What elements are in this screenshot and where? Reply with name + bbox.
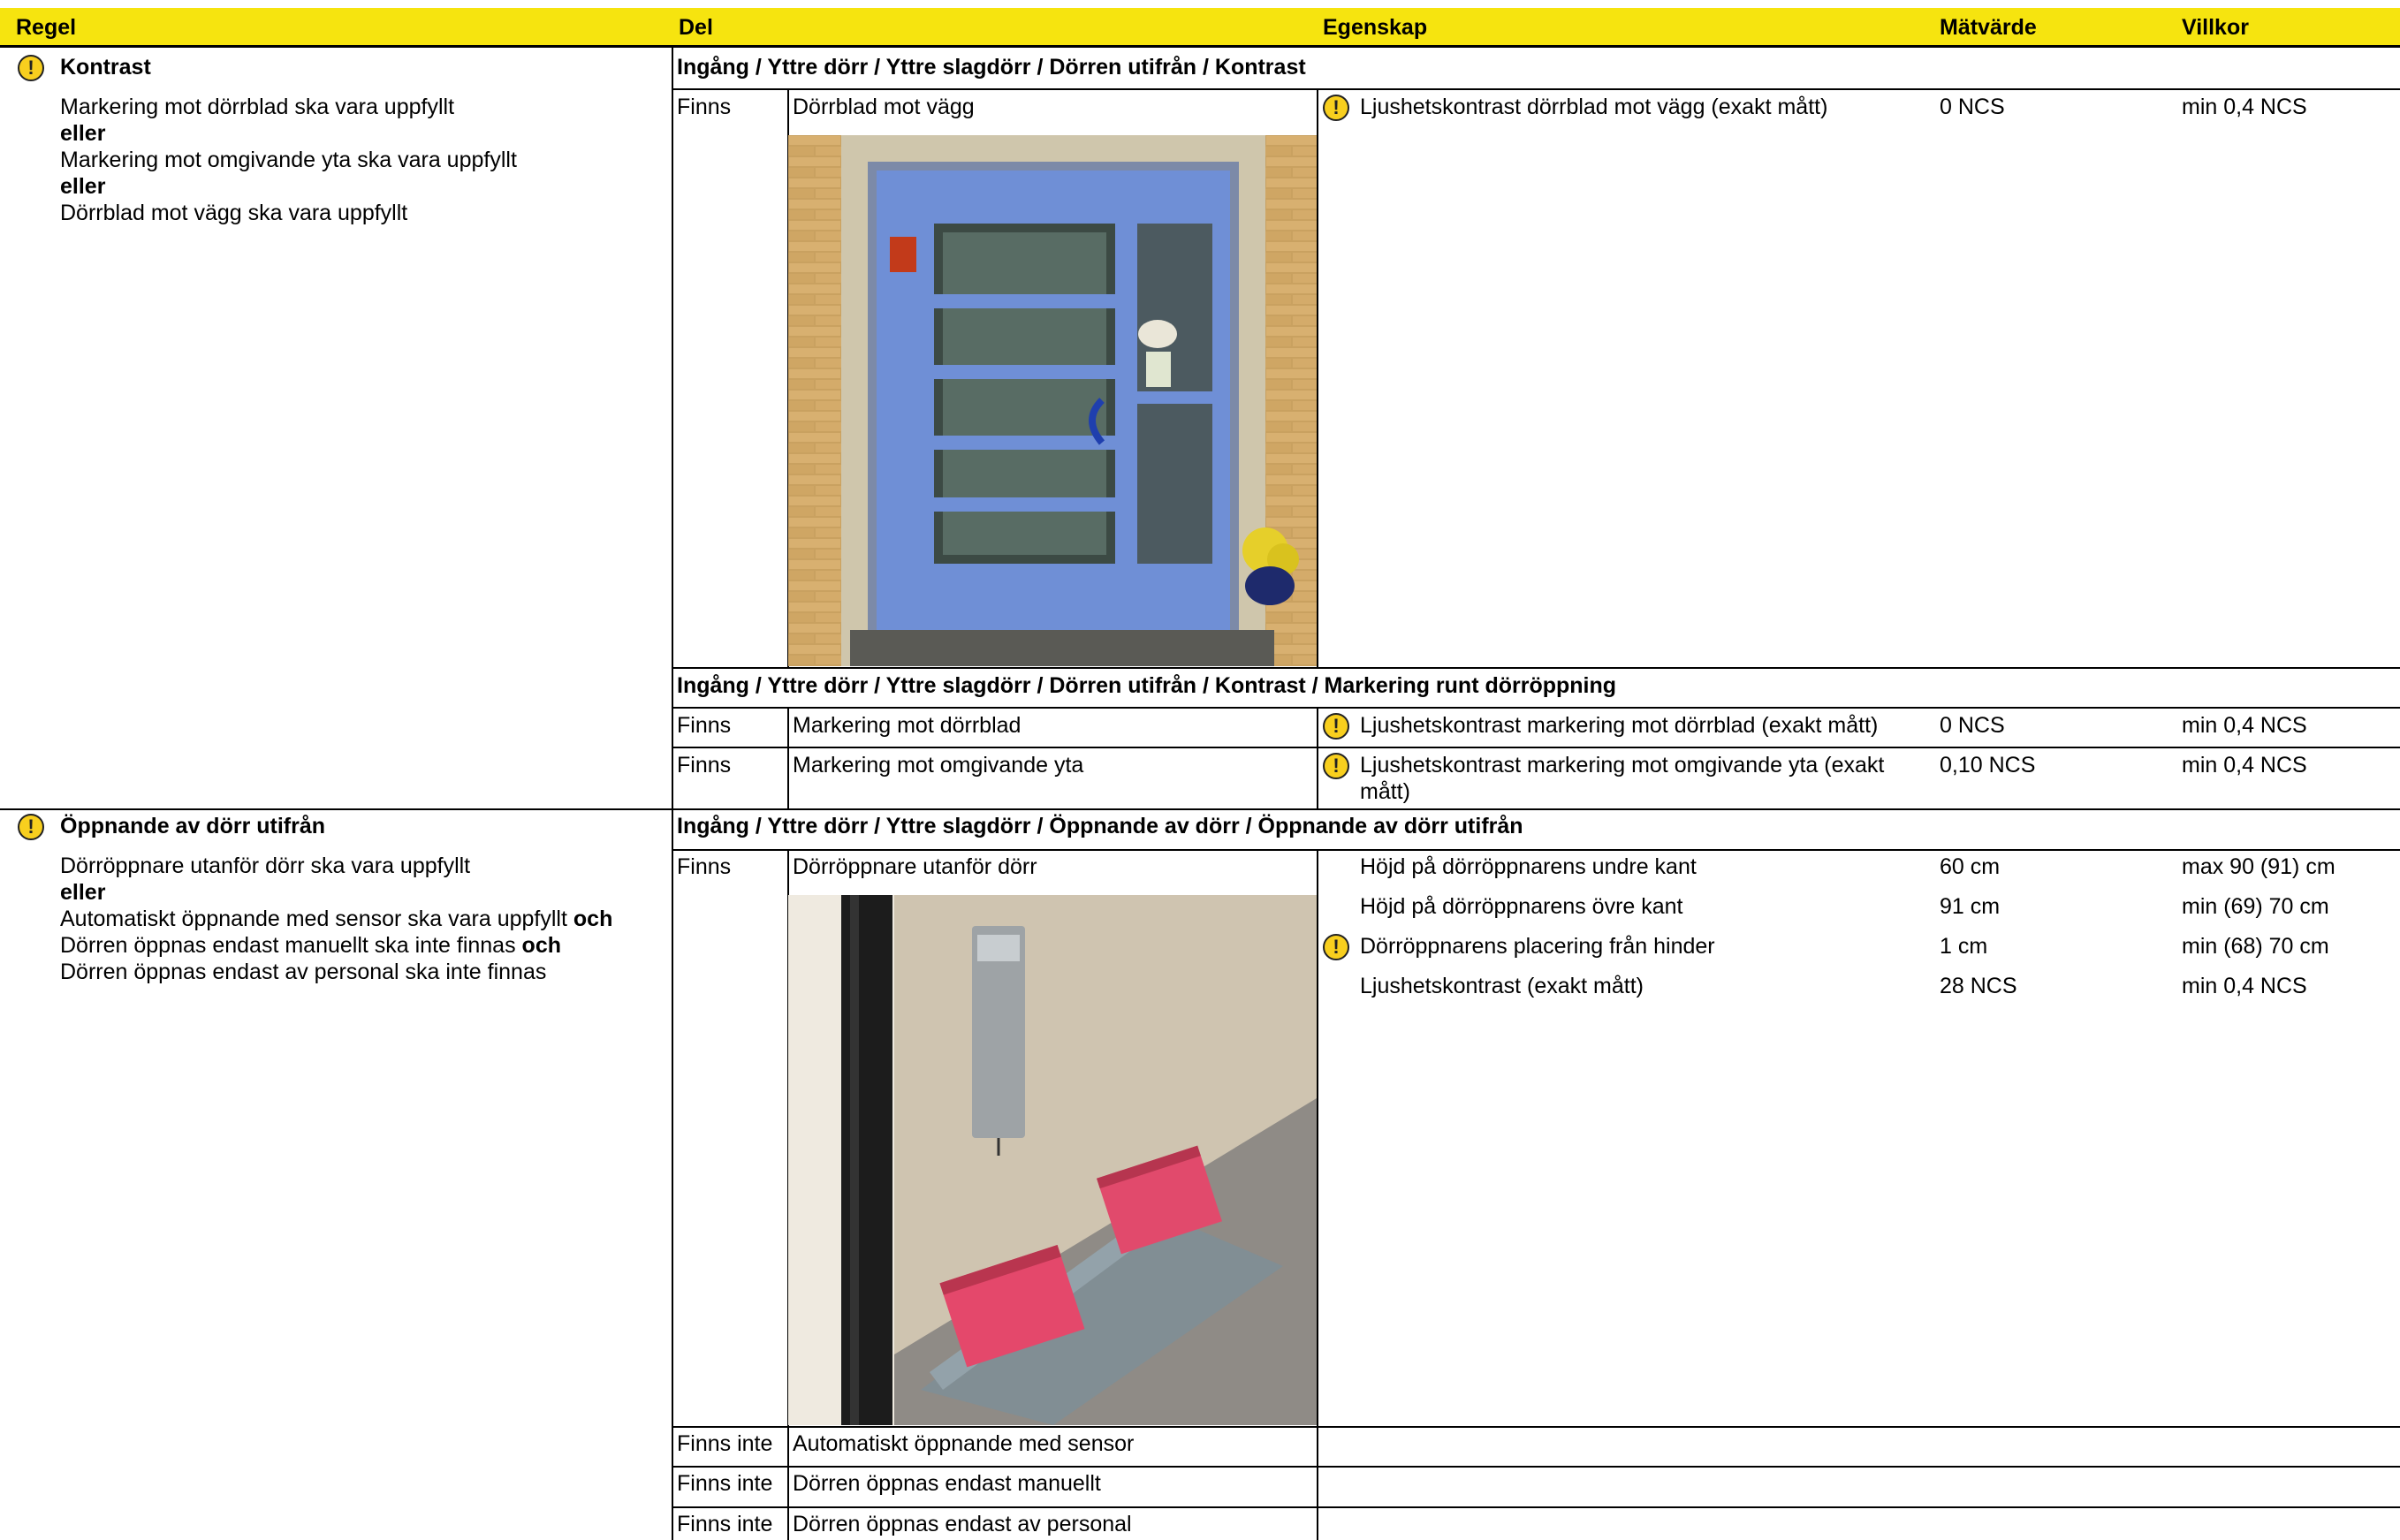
divider bbox=[672, 88, 2400, 90]
header-matvarde: Mätvärde bbox=[1940, 15, 2037, 40]
prop-condition: min (69) 70 cm bbox=[2182, 894, 2329, 919]
prop-value: 60 cm bbox=[1940, 854, 2001, 879]
divider bbox=[0, 808, 2400, 810]
prop-condition: min 0,4 NCS bbox=[2182, 713, 2307, 738]
section-path: Ingång / Yttre dörr / Yttre slagdörr / D… bbox=[677, 55, 1306, 80]
divider bbox=[672, 747, 2400, 748]
prop-condition: max 90 (91) cm bbox=[2182, 854, 2335, 879]
rule-connector: eller bbox=[60, 121, 106, 146]
divider bbox=[672, 707, 2400, 709]
section-path: Ingång / Yttre dörr / Yttre slagdörr / D… bbox=[677, 673, 1617, 698]
prop-condition: min 0,4 NCS bbox=[2182, 753, 2307, 778]
prop-name: Ljushetskontrast markering mot omgivande… bbox=[1360, 753, 1885, 804]
header-regel: Regel bbox=[16, 15, 77, 40]
table-header: Regel Del Egenskap Mätvärde Villkor bbox=[0, 8, 2400, 48]
prop-value: 0 NCS bbox=[1940, 95, 2005, 119]
divider bbox=[672, 48, 673, 1540]
prop-condition: min 0,4 NCS bbox=[2182, 974, 2307, 998]
row-status: Finns bbox=[677, 753, 732, 778]
warning-icon: ! bbox=[18, 55, 44, 81]
row-part: Markering mot dörrblad bbox=[793, 713, 1022, 738]
row-part: Markering mot omgivande yta bbox=[793, 753, 1084, 778]
rule-line: Dörröppnare utanför dörr ska vara uppfyl… bbox=[60, 853, 471, 878]
rule-line: Markering mot omgivande yta ska vara upp… bbox=[60, 148, 517, 172]
prop-condition: min 0,4 NCS bbox=[2182, 95, 2307, 119]
rule-title: Öppnande av dörr utifrån bbox=[60, 814, 326, 838]
warning-icon: ! bbox=[1323, 713, 1349, 740]
row-status: Finns bbox=[677, 854, 732, 879]
prop-value: 0 NCS bbox=[1940, 713, 2005, 738]
prop-name: Höjd på dörröppnarens undre kant bbox=[1360, 854, 1697, 879]
divider bbox=[1317, 850, 1318, 1540]
prop-name: Ljushetskontrast (exakt mått) bbox=[1360, 974, 1644, 998]
prop-name: Dörröppnarens placering från hinder bbox=[1360, 934, 1715, 959]
rule-title: Kontrast bbox=[60, 55, 151, 80]
prop-name: Höjd på dörröppnarens övre kant bbox=[1360, 894, 1683, 919]
rule-line: Dörrblad mot vägg ska vara uppfyllt bbox=[60, 201, 408, 225]
divider bbox=[672, 1426, 2400, 1428]
row-status: Finns inte bbox=[677, 1431, 773, 1456]
prop-value: 0,10 NCS bbox=[1940, 753, 2036, 778]
section-path: Ingång / Yttre dörr / Yttre slagdörr / Ö… bbox=[677, 814, 1523, 838]
door-photo bbox=[788, 135, 1317, 666]
rule-line: Markering mot dörrblad ska vara uppfyllt bbox=[60, 95, 455, 119]
header-del: Del bbox=[679, 15, 713, 40]
row-status: Finns inte bbox=[677, 1512, 773, 1536]
rule-line: Dörren öppnas endast av personal ska int… bbox=[60, 960, 547, 984]
row-part: Automatiskt öppnande med sensor bbox=[793, 1431, 1135, 1456]
door-opener-photo bbox=[788, 895, 1317, 1425]
row-status: Finns bbox=[677, 713, 732, 738]
row-status: Finns inte bbox=[677, 1471, 773, 1496]
warning-icon: ! bbox=[1323, 934, 1349, 960]
prop-name: Ljushetskontrast markering mot dörrblad … bbox=[1360, 713, 1879, 738]
divider bbox=[787, 708, 789, 809]
prop-name: Ljushetskontrast dörrblad mot vägg (exak… bbox=[1360, 95, 1828, 119]
row-part: Dörrblad mot vägg bbox=[793, 95, 975, 119]
row-status: Finns bbox=[677, 95, 732, 119]
prop-value: 91 cm bbox=[1940, 894, 2001, 919]
divider bbox=[672, 849, 2400, 851]
rule-connector: eller bbox=[60, 880, 106, 905]
row-part: Dörren öppnas endast av personal bbox=[793, 1512, 1132, 1536]
rule-line: Automatiskt öppnande med sensor ska vara… bbox=[60, 907, 613, 931]
prop-condition: min (68) 70 cm bbox=[2182, 934, 2329, 959]
header-villkor: Villkor bbox=[2182, 15, 2249, 40]
divider bbox=[672, 1506, 2400, 1508]
prop-value: 1 cm bbox=[1940, 934, 1988, 959]
divider bbox=[672, 667, 2400, 669]
prop-value: 28 NCS bbox=[1940, 974, 2017, 998]
divider bbox=[1317, 88, 1318, 668]
header-egenskap: Egenskap bbox=[1323, 15, 1428, 40]
divider bbox=[672, 1466, 2400, 1468]
warning-icon: ! bbox=[1323, 753, 1349, 779]
divider bbox=[1317, 708, 1318, 809]
warning-icon: ! bbox=[18, 814, 44, 840]
row-part: Dörren öppnas endast manuellt bbox=[793, 1471, 1101, 1496]
rule-connector: eller bbox=[60, 174, 106, 199]
row-part: Dörröppnare utanför dörr bbox=[793, 854, 1037, 879]
warning-icon: ! bbox=[1323, 95, 1349, 121]
rule-line: Dörren öppnas endast manuellt ska inte f… bbox=[60, 933, 561, 958]
